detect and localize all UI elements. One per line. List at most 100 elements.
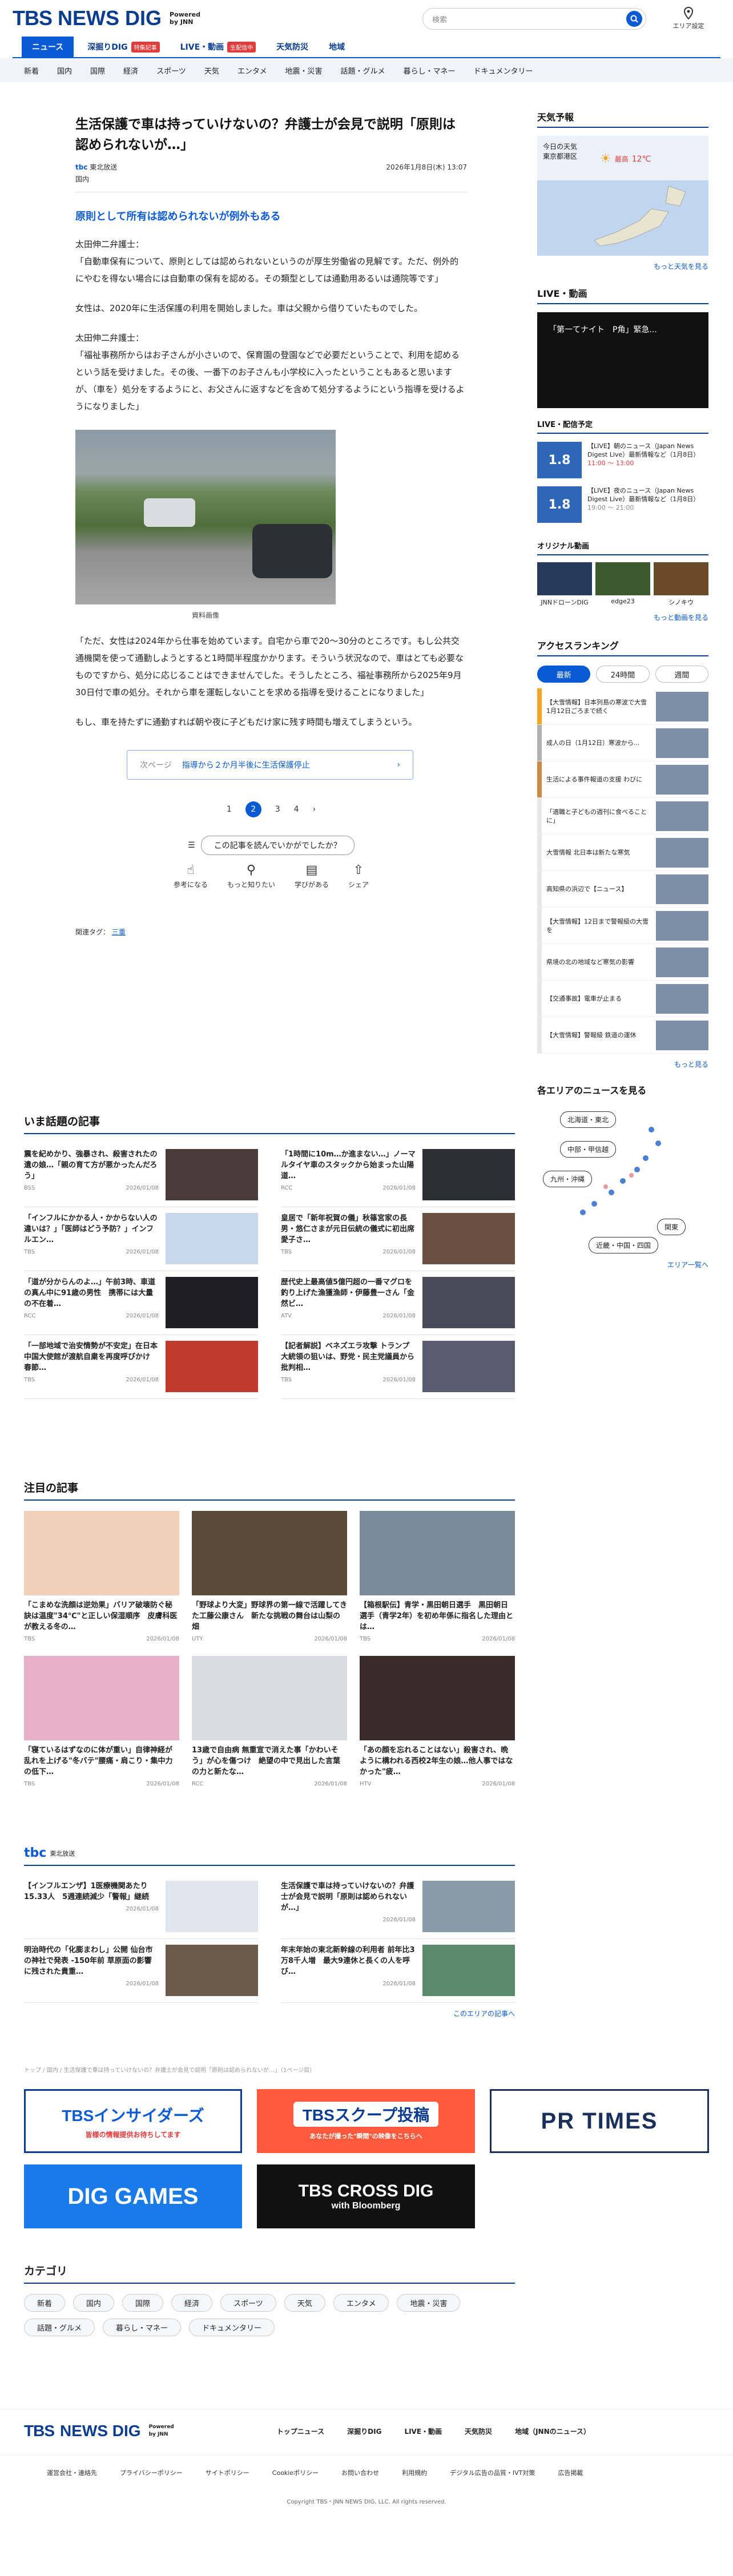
featured-item[interactable]: 「野球より大変」野球界の第一線で活躍してきた工藤公康さん 新たな挑戦の舞台は山梨… [192,1511,347,1642]
banner-prtimes[interactable]: PR TIMES [490,2089,709,2153]
ranking-item[interactable]: 【交通事故】電車が止まる [537,981,708,1017]
area-button-kanto[interactable]: 関東 [657,1219,686,1235]
live-video-player[interactable]: 「第一てナイト P角」緊急... [537,312,708,408]
chevron-right-icon[interactable]: › [313,805,316,814]
banner-crossdig[interactable]: TBS CROSS DIG with Bloomberg [257,2164,475,2228]
ranking-item[interactable]: 成人の日（1月12日）寒波から... [537,725,708,761]
footer-sublink[interactable]: 利用規約 [402,2468,427,2477]
ranking-item[interactable]: 「適職と子どもの週刊に食べることに」 [537,798,708,835]
original-video-thumb[interactable] [537,562,592,595]
category-pill[interactable]: 国際 [122,2294,164,2312]
reaction-more[interactable]: ⚲ もっと知りたい [227,863,275,889]
footer-link[interactable]: トップニュース [277,2426,324,2436]
category-pill[interactable]: 地震・災害 [397,2294,461,2312]
footer-link[interactable]: 天気防災 [465,2426,492,2436]
area-button-kinki[interactable]: 近畿・中国・四国 [589,1237,659,1253]
local-item[interactable]: 明治時代の「化膨まわし」公開 仙台市の神社で発表 -150年前 草原面の影響に残… [24,1939,258,2003]
cat-ent[interactable]: エンタメ [237,65,267,76]
weather-widget[interactable]: 今日の天気 東京都港区 ☀ 最高 12℃ [537,136,708,180]
weather-more-link[interactable]: もっと天気を見る [537,261,708,271]
trending-item[interactable]: 「道が分からんのよ…」午前3時、車道の真ん中に91歳の男性 携帯には大量の不在着… [24,1271,258,1335]
cat-disaster[interactable]: 地震・災害 [285,65,322,76]
reaction-helpful[interactable]: ☝ 参考になる [174,863,208,889]
footer-link[interactable]: 地域（JNNのニュース） [515,2426,590,2436]
footer-sublink[interactable]: デジタル広告の品質・IVT対策 [450,2468,535,2477]
featured-item[interactable]: 「あの顔を忘れることはない」殺害され、晩ように構われる西校2年生の娘…他人事では… [360,1656,515,1787]
cat-money[interactable]: 暮らし・マネー [403,65,455,76]
original-video-label[interactable]: シノキウ [654,598,708,607]
reaction-learn[interactable]: ▤ 学びがある [295,863,329,889]
search-box[interactable]: 検索 [422,8,646,30]
trending-item[interactable]: 「1時間に10m…か進まない…」ノーマルタイヤ車のスタックから始まった山陽道… R… [281,1143,515,1207]
page-1[interactable]: 1 [227,805,232,814]
ranking-item[interactable]: 県境の北の地域など寒気の影響 [537,944,708,981]
schedule-item[interactable]: 1.8 【LIVE】朝のニュース（Japan News Digest Live）… [537,442,708,478]
ranking-item[interactable]: 【大雪情報】日本列島の寒波で大雪 1月12日ごろまで続く [537,688,708,725]
original-video-label[interactable]: JNNドローンDIG [537,598,592,607]
nav-region[interactable]: 地域 [319,37,355,57]
trending-item[interactable]: 皇居で「新年祝賀の儀」秋篠宮家の長男・悠仁さまが元日伝統の儀式に初出席 愛子さ…… [281,1207,515,1271]
search-input[interactable]: 検索 [432,14,626,25]
ranking-item[interactable]: 高知県の浜辺で【ニュース】 [537,871,708,908]
category-pill[interactable]: エンタメ [333,2294,389,2312]
footer-sublink[interactable]: 広告掲載 [558,2468,583,2477]
site-logo[interactable]: TBS NEWS DIG Powered by JNN [13,6,200,30]
nav-news[interactable]: ニュース [22,37,74,57]
ranking-more-link[interactable]: もっと見る [537,1059,708,1069]
area-button-kyushu[interactable]: 九州・沖縄 [543,1171,593,1187]
cat-domestic[interactable]: 国内 [57,65,72,76]
page-4[interactable]: 4 [294,805,299,814]
tag-link[interactable]: 三重 [112,928,126,936]
original-video-label[interactable]: edge23 [595,598,650,607]
local-item[interactable]: 生活保護で車は持っていけないの？弁護士が会見で説明「原則は認められないが…」 20… [281,1875,515,1939]
footer-sublink[interactable]: お問い合わせ [341,2468,379,2477]
footer-sublink[interactable]: サイトポリシー [206,2468,249,2477]
page-3[interactable]: 3 [275,805,280,814]
banner-diggames[interactable]: DIG GAMES [24,2164,242,2228]
local-more-link[interactable]: このエリアの記事へ [24,2009,515,2018]
footer-sublink[interactable]: プライバシーポリシー [120,2468,183,2477]
banner-insiders[interactable]: TBSインサイダーズ 皆様の情報提供お待ちしてます [24,2089,242,2153]
ranking-item[interactable]: 【大雪情報】警報級 鉄道の運休 [537,1017,708,1054]
featured-item[interactable]: 13歳で自由病 無重宣で消えた事「かわいそう」が心を傷つけ 絶望の中で見出した言… [192,1656,347,1787]
original-video-thumb[interactable] [595,562,650,595]
next-page-link[interactable]: 次ページ 指導から２か月半後に生活保護停止 › [127,750,413,780]
ranking-item[interactable]: 【大雪情報】12日まで警報級の大雪を [537,908,708,944]
local-item[interactable]: 【インフルエンザ】1医療機関あたり15.33人 5週連続減少「警報」継続 2026… [24,1875,258,1939]
footer-link[interactable]: LIVE・動画 [404,2426,442,2436]
trending-item[interactable]: 歴代史上最高値5億円超の一番マグロを釣り上げた漁獲漁師・伊藤豊一さん「金然ビ… A… [281,1271,515,1335]
area-more-link[interactable]: エリア一覧へ [537,1260,708,1269]
featured-item[interactable]: 「寝ているはずなのに体が重い」自律神経が乱れを上げる"冬バテ"腰痛・肩こり・集中… [24,1656,179,1787]
category-pill[interactable]: ドキュメンタリー [189,2319,275,2336]
page-current[interactable]: 2 [245,801,261,817]
original-video-thumb[interactable] [654,562,708,595]
category-pill[interactable]: 天気 [284,2294,325,2312]
search-button[interactable] [626,11,642,27]
nav-dig[interactable]: 深掘りDIG 特集記事 [77,37,170,57]
cat-gourmet[interactable]: 話題・グルメ [340,65,385,76]
area-button-hokkaido-tohoku[interactable]: 北海道・東北 [560,1111,617,1128]
ranking-tab-24h[interactable]: 24時間 [596,666,650,683]
footer-link[interactable]: 深掘りDIG [347,2426,381,2436]
ranking-item[interactable]: 生活による事件報道の支援 わびに [537,761,708,798]
cat-economy[interactable]: 経済 [123,65,138,76]
breadcrumb[interactable]: トップ / 国内 / 生活保護で車は持っていけないの？弁護士が会見で説明「原則は… [24,2065,315,2074]
trending-item[interactable]: 【記者解説】ベネズエラ攻撃 トランプ大統領の狙いは、野党・民主党議員から批判相…… [281,1335,515,1399]
nav-live[interactable]: LIVE・動画 生配信中 [170,37,267,57]
local-item[interactable]: 年末年始の東北新幹線の利用者 前年比3万8千人増 最大9連休と長くの人を呼び… 2… [281,1939,515,2003]
category-pill[interactable]: スポーツ [220,2294,276,2312]
cat-sports[interactable]: スポーツ [156,65,186,76]
ranking-tab-latest[interactable]: 最新 [537,666,591,683]
trending-item[interactable]: 震を紀めかり、強暴され、殺害されたの遺の娘…「親の育て方が悪かったんだろう」 BS… [24,1143,258,1207]
ranking-item[interactable]: 大雪情報 北日本は新たな寒気 [537,835,708,871]
trending-item[interactable]: 「一部地域で治安情勢が不安定」在日本中国大使館が渡航自粛を再度呼びかけ 春節… T… [24,1335,258,1399]
area-setting-button[interactable]: エリア設定 [671,6,706,30]
article-source[interactable]: tbc 東北放送 [75,162,117,172]
footer-sublink[interactable]: 運営会社・連絡先 [47,2468,97,2477]
category-pill[interactable]: 話題・グルメ [24,2319,95,2336]
area-button-chubu[interactable]: 中部・甲信越 [560,1141,617,1158]
footer-logo[interactable]: TBS NEWS DIG Powered by JNN [24,2422,174,2440]
schedule-item[interactable]: 1.8 【LIVE】夜のニュース（Japan News Digest Live）… [537,486,708,523]
cat-doc[interactable]: ドキュメンタリー [474,65,533,76]
trending-item[interactable]: 「インフルにかかる人・かからない人の違いは？」「医師はどう予防？」インフルエン…… [24,1207,258,1271]
